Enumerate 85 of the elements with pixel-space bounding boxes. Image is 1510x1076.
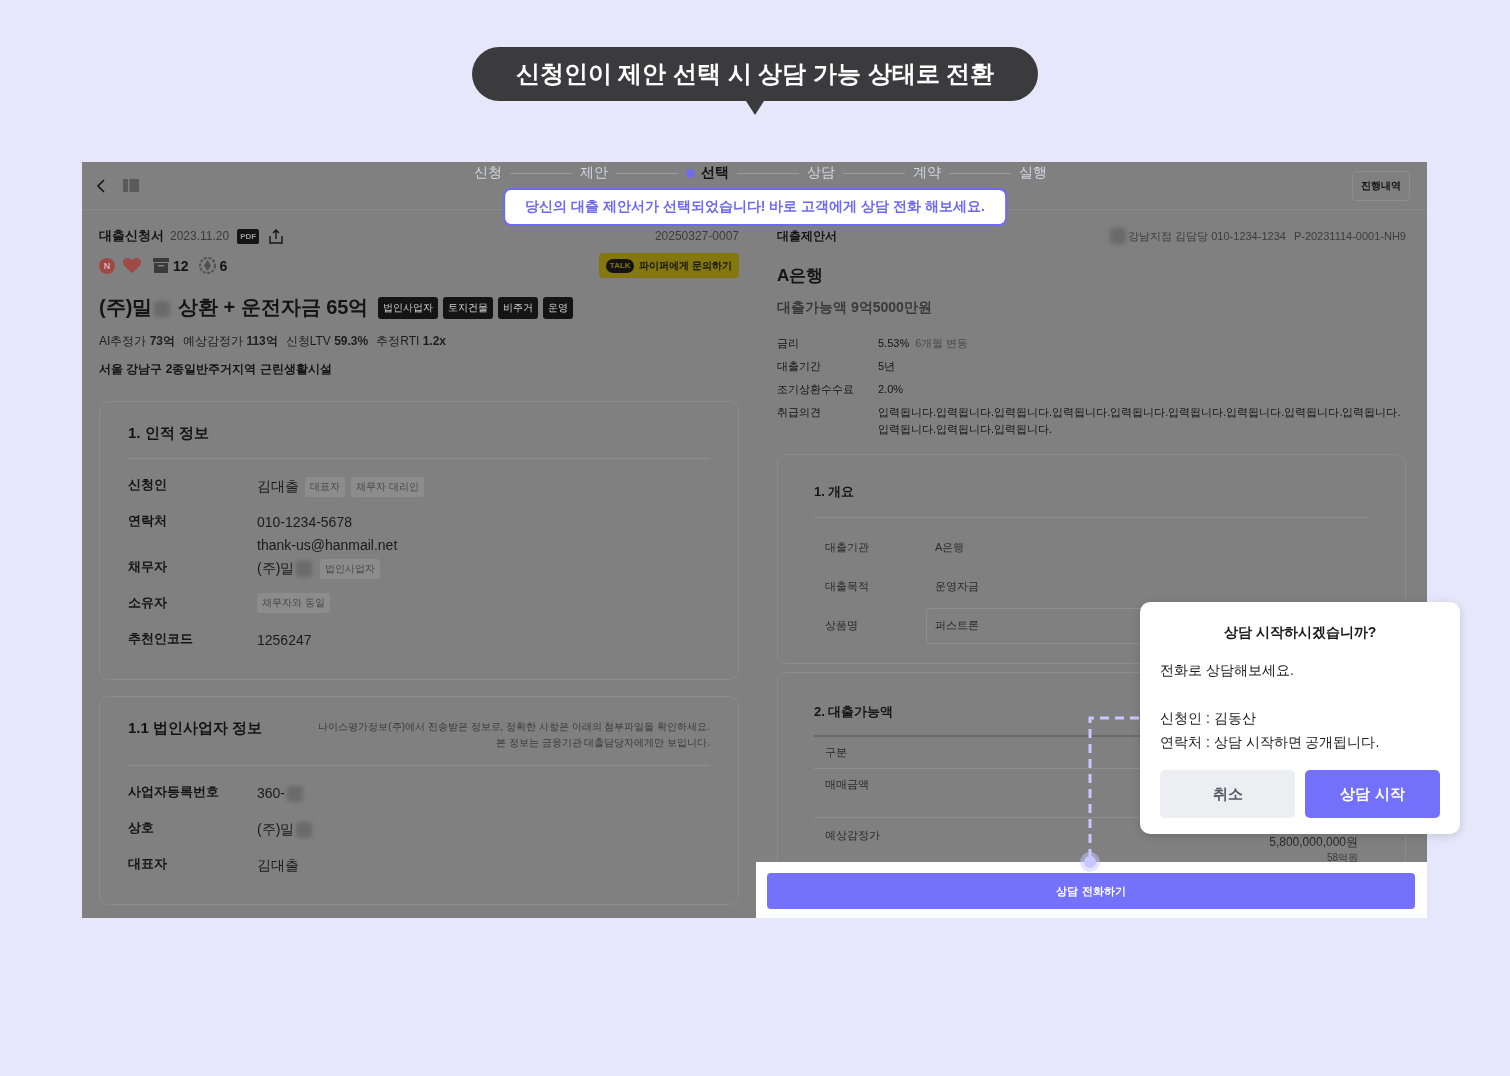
field-label: 채무자 [128, 558, 168, 576]
field-value: 1256247 [257, 631, 312, 650]
proposal-code: P-20231114-0001-NH9 [1293, 230, 1406, 242]
table-cell-text: 58억원 [1325, 851, 1358, 862]
stat-text: 추정RTI 1.2x [376, 333, 447, 350]
term-value: 5.53% [878, 337, 910, 349]
field-label: 상품명 [825, 618, 859, 633]
history-button[interactable]: 진행내역 [1352, 170, 1410, 201]
new-badge: N [99, 257, 115, 274]
chip-label: 채무자 대리인 [351, 476, 424, 497]
field-label: 대출목적 [825, 579, 870, 594]
progress-step: 상담 [807, 164, 835, 182]
field-value: 김대출 [257, 856, 299, 875]
share-icon[interactable] [269, 228, 284, 244]
loan-heading: (주)밀 상환 + 운전자금 65억 [99, 295, 369, 320]
field-value: 010-1234-5678 [257, 513, 352, 532]
stat-text: 예상감정가 113억 [183, 333, 278, 350]
progress-step: 신청 [474, 164, 502, 182]
progress-step: 제안 [580, 164, 608, 182]
notification-toast: 당신의 대출 제안서가 선택되었습니다! 바로 고객에게 상담 전화 해보세요. [503, 188, 1007, 226]
document-title: 대출제안서 [777, 227, 837, 245]
call-button[interactable]: 상담 전화하기 [767, 873, 1415, 909]
bank-name: A은행 [777, 265, 825, 287]
field-value: thank-us@hanmail.net [257, 536, 398, 555]
chip-label: 채무자와 동일 [257, 593, 330, 613]
field-value: (주)밀 [257, 820, 295, 839]
callout-bubble: 신청인이 제안 선택 시 상담 가능 상태로 전환 [471, 47, 1039, 101]
chip-label: 법인사업자 [320, 558, 381, 579]
document-title: 대출신청서 [99, 227, 164, 245]
dialog-title: 상담 시작하시겠습니까? [1222, 624, 1378, 642]
table-cell-text: 예상감정가 [825, 828, 880, 843]
term-label: 금리 [777, 336, 800, 351]
field-label: 추천인코드 [128, 630, 194, 648]
address-text: 서울 강남구 2종일반주거지역 근린생활시설 [99, 361, 333, 378]
progress-step: 실행 [1019, 164, 1047, 182]
cancel-button[interactable]: 취소 [1160, 770, 1295, 818]
field-value: 운영자금 [935, 579, 979, 594]
tag-label: 운영 [542, 296, 573, 319]
field-value: 김대출 [257, 477, 299, 496]
dialog-message: 전화로 상담해보세요. [1160, 661, 1295, 680]
stat-text: 신청LTV 59.3% [285, 333, 369, 350]
info-note: 나이스평가정보(주)에서 전송받은 정보로, 정확한 사항은 아래의 첨부파일을 확인하세요. 본 정보는 금융기관 대출담당자에게만 보입니다. [318, 720, 710, 750]
archive-icon [153, 258, 169, 273]
table-cell: 5,800,000,000원 [1269, 834, 1358, 851]
inquiry-button[interactable]: TALK 파이퍼에게 문의하기 [599, 253, 739, 278]
field-label: 상호 [128, 819, 155, 837]
start-button[interactable]: 상담 시작 [1305, 770, 1440, 818]
loan-amount: 대출가능액 9억5000만원 [777, 299, 933, 317]
section-title: 1. 개요 [814, 483, 1369, 518]
field-label: 신청인 [128, 476, 168, 494]
tag-label: 비주거 [497, 296, 538, 319]
application-number: 20250327-0007 [654, 229, 739, 243]
emblem-icon [198, 257, 216, 274]
term-label: 조기상환수수료 [777, 382, 855, 397]
term-value: 입력됩니다.입력됩니다.입력됩니다.입력됩니다.입력됩니다.입력됩니다.입력됩니다.입력됩니다.입력됩니다.입력됩니다.입력됩니다.입력됩니다. [878, 406, 1401, 435]
counter-value: 6 [219, 257, 228, 274]
term-label: 취급의견 [777, 405, 822, 420]
branch-info: 강남지점 김담당 010-1234-1234 [1128, 228, 1286, 244]
progress-step: 계약 [913, 164, 941, 182]
dialog-detail: 신청인 : 김동산 [1160, 709, 1257, 728]
table-cell-text: 매매금액 [825, 777, 869, 792]
section-title: 1.1 법인사업자 정보 [128, 719, 263, 738]
section-title: 1. 인적 정보 [128, 424, 209, 443]
chip-label: 대표자 [305, 476, 345, 497]
field-value: (주)밀 [257, 559, 295, 578]
field-value: A은행 [935, 540, 965, 555]
field-label: 대출기관 [825, 540, 870, 555]
callout-pointer [746, 101, 764, 115]
progress-step: 선택 [686, 164, 729, 182]
term-value: 5년 [878, 360, 896, 372]
back-icon[interactable] [96, 178, 106, 193]
pdf-icon[interactable]: PDF [237, 228, 260, 244]
counter-value: 12 [173, 257, 189, 274]
document-date: 2023.11.20 [170, 229, 230, 243]
field-value: 360- [257, 784, 286, 803]
field-label: 사업자등록번호 [128, 783, 220, 801]
field-label: 연락처 [128, 512, 168, 530]
field-label: 소유자 [128, 594, 168, 612]
term-value: 2.0% [878, 383, 904, 395]
tag-label: 법인사업자 [377, 296, 438, 319]
term-label: 대출기간 [777, 359, 822, 374]
field-label: 대표자 [128, 855, 168, 873]
table-cell: 구분 [825, 745, 847, 760]
stat-text: AI추정가 73억 [99, 333, 176, 350]
tag-label: 토지건물 [442, 296, 493, 319]
